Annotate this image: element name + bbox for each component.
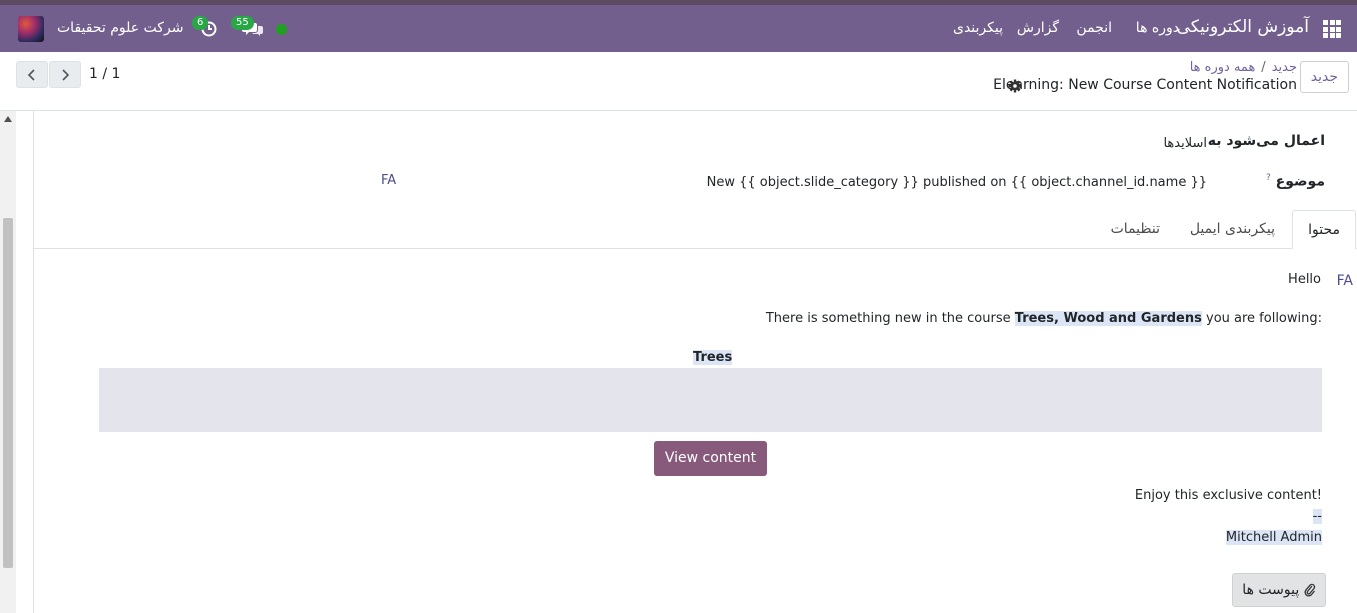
main-navbar: آموزش الکترونیکی دوره ها انجمن گزارش پیک… <box>0 5 1357 52</box>
vertical-scrollbar[interactable] <box>0 111 16 613</box>
applies-to-field[interactable]: اسلایدها <box>1163 136 1207 151</box>
form-sheet: اعمال می‌شود به اسلایدها ? موضوع New {{ … <box>33 111 1357 613</box>
pager-previous-button[interactable] <box>16 61 48 88</box>
course-name: Trees, Wood and Gardens <box>1014 311 1202 326</box>
notification-line: There is something new in the course Tre… <box>766 311 1322 326</box>
attachments-label: پیوست ها <box>1242 582 1300 598</box>
tab-settings[interactable]: تنظیمات <box>1096 210 1175 249</box>
menu-item-configuration[interactable]: پیکربندی <box>953 20 1003 36</box>
pager-value[interactable]: 1 / 1 <box>89 66 120 82</box>
attachments-button[interactable]: پیوست ها <box>1232 573 1326 607</box>
breadcrumb-current[interactable]: جدید <box>1272 60 1297 75</box>
user-avatar[interactable] <box>18 16 44 42</box>
breadcrumb-separator: / <box>1261 60 1266 75</box>
subject-help-icon[interactable]: ? <box>1266 173 1271 183</box>
greeting-text: Hello <box>1288 272 1321 287</box>
scroll-thumb[interactable] <box>3 218 13 568</box>
paperclip-icon <box>1304 583 1315 597</box>
record-title: Elearning: New Course Content Notificati… <box>993 77 1297 93</box>
tab-content[interactable]: محتوا <box>1292 210 1356 249</box>
signature-name: Mitchell Admin <box>1225 530 1322 545</box>
notification-prefix: There is something new in the course <box>765 311 1011 326</box>
chat-count-badge: 55 <box>231 16 254 30</box>
tab-email-configuration[interactable]: پیکربندی ایمیل <box>1175 210 1290 249</box>
breadcrumb-all-courses[interactable]: همه دوره ها <box>1190 60 1256 75</box>
menu-item-reporting[interactable]: گزارش <box>1017 20 1059 36</box>
control-panel: جدید جدید / همه دوره ها Elearning: New Cou… <box>0 52 1357 111</box>
enjoy-text: Enjoy this exclusive content! <box>1134 488 1322 503</box>
scroll-up-arrow-icon[interactable] <box>4 116 12 122</box>
online-status-icon <box>276 24 287 35</box>
apps-menu-icon[interactable] <box>1323 20 1341 38</box>
slide-name: Trees <box>693 350 733 365</box>
menu-item-courses[interactable]: دوره ها <box>1136 20 1179 36</box>
view-content-button[interactable]: View content <box>654 441 767 476</box>
subject-language-button[interactable]: FA <box>381 173 396 188</box>
gear-icon[interactable] <box>1008 79 1022 93</box>
app-brand[interactable]: آموزش الکترونیکی <box>1177 17 1309 37</box>
signature-separator: -- <box>1312 509 1322 524</box>
slide-preview-placeholder <box>99 368 1322 432</box>
subject-field[interactable]: New {{ object.slide_category }} publishe… <box>707 175 1207 190</box>
activity-count-badge: 6 <box>192 16 209 30</box>
chevron-right-icon <box>62 68 70 81</box>
new-button[interactable]: جدید <box>1299 61 1349 93</box>
chevron-left-icon <box>27 68 35 81</box>
company-switcher[interactable]: شرکت علوم تحقیقات <box>57 20 183 36</box>
breadcrumb: جدید / همه دوره ها <box>1190 60 1297 75</box>
pager-next-button[interactable] <box>49 61 81 88</box>
body-language-button[interactable]: FA <box>1337 273 1353 289</box>
subject-label: ? موضوع <box>1266 173 1325 190</box>
subject-label-text: موضوع <box>1275 173 1325 190</box>
applies-to-label: اعمال می‌شود به <box>1207 133 1325 149</box>
menu-item-forum[interactable]: انجمن <box>1076 20 1112 36</box>
notification-suffix: you are following: <box>1206 311 1322 326</box>
